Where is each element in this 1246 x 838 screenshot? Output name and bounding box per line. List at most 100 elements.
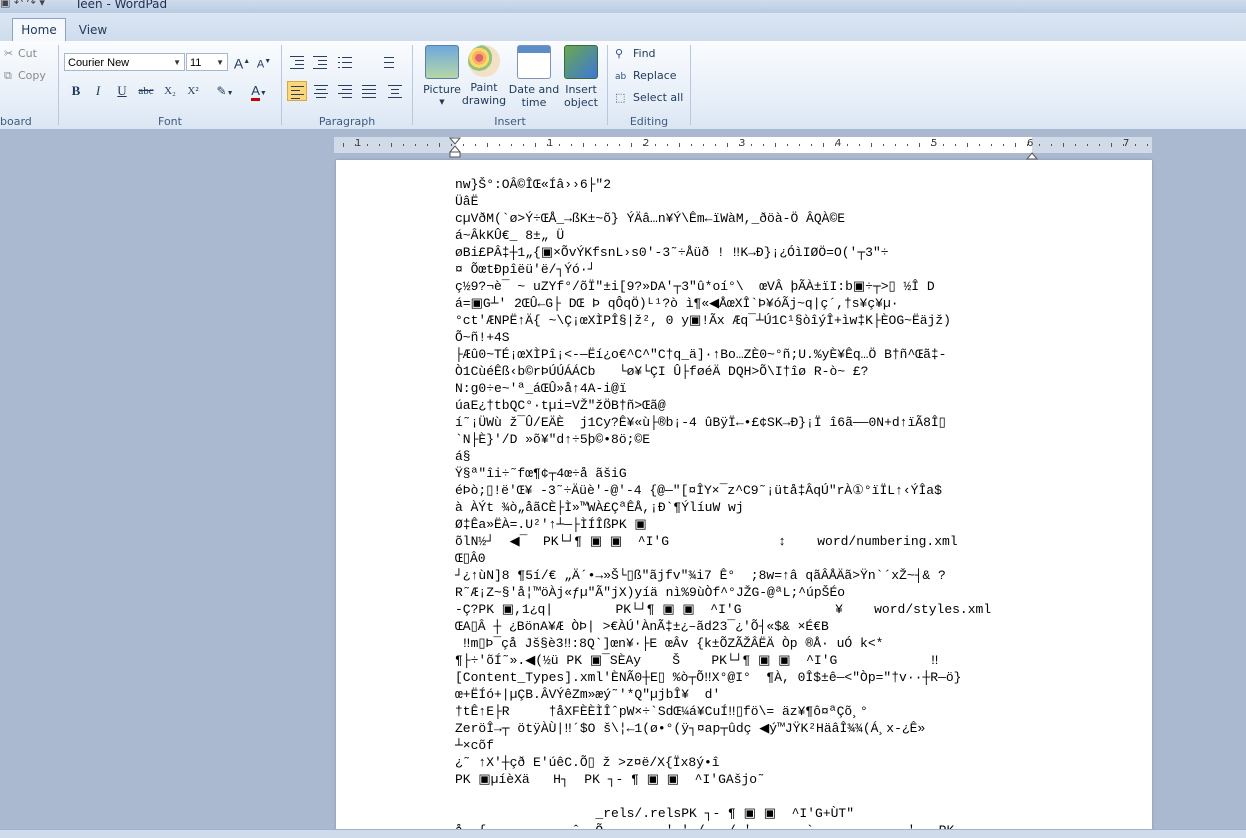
underline-button[interactable]: U [112, 81, 132, 101]
document-line: -Ç?PK ▣,1¿q| PK└┘¶ ▣ ▣ ^I'G ¥ word/style… [455, 602, 992, 617]
ruler-tick [583, 143, 584, 147]
document-line: cµVðM(`ø>Ý÷ŒÅ_→ßK±~õ} ÝÄâ…n¥Ý\Êm←ïWàM,_ð… [455, 211, 846, 226]
copy-icon: ⧉ [4, 69, 12, 82]
chevron-down-icon: ▼ [439, 98, 445, 106]
group-divider [690, 45, 691, 125]
strikethrough-button[interactable]: abc [136, 81, 156, 101]
align-left-button[interactable] [287, 81, 307, 101]
document-line: ¤ ÕœtÐpîëü'ë/┐Ýó·┘ [455, 262, 596, 277]
ruler-tick [967, 143, 968, 147]
document-line: _rels/.relsPK ┐- ¶ ▣ ▣ ^I'G+ÙT" [455, 806, 855, 821]
document-text[interactable]: nw}Š°:OÂ©ÎŒ«Íâ››6├"2 ÜâË cµVðM(`ø>Ý÷ŒÅ_→ßK… [455, 176, 991, 830]
align-center-button[interactable] [311, 81, 331, 101]
ruler-tick [355, 144, 356, 146]
clipboard-group-label: board [0, 115, 32, 128]
document-line: í˜¡ÜWù ž¯Û/EÄÈ j1Cy?Ê¥«ù├®b¡-4 ûBÿÏ←•£¢S… [455, 415, 946, 430]
ruler-tick [1075, 144, 1076, 146]
ruler-tick [1087, 144, 1088, 146]
ruler-tick [427, 144, 428, 146]
document-line: ├Æû0~TÉ¡œXÌPî¡<-—Ëí¿o€^C^"C†q_ä]·↑Bo…ZÈ0… [455, 347, 947, 362]
document-line: R˜Æ¡Z~§'å¦™öÀj«ƒµ"Ã"jX)yíä nì%9ùÒf^°JŽG-… [455, 585, 846, 600]
document-line: Œ▯Â0 [455, 551, 486, 566]
document-line: ZeröÎ→┬ ötÿÀÙ|‼´$O š\¦←1(ø•°(ÿ┐¤ap┬ûdç ◀… [455, 721, 926, 736]
binoculars-icon: ⚲ [615, 47, 624, 60]
group-divider [412, 45, 413, 125]
grow-font-button[interactable]: A▲ [232, 52, 252, 72]
document-line: Ÿ§ª"îi÷˜fœ¶¢┬4œ÷å ãšiG [455, 466, 627, 481]
tab-home[interactable]: Home [12, 18, 66, 43]
subscript-button[interactable]: X₂ [160, 81, 180, 101]
ruler-tick [403, 144, 404, 146]
document-line: PK ▣µíèXä H┐ PK ┐- ¶ ▣ ▣ ^I'GAšjo˜ [455, 772, 765, 787]
ribbon-tabs: Home View [0, 13, 1246, 43]
ruler-tick [835, 144, 836, 146]
insert-object-button[interactable]: Insert object [558, 45, 604, 109]
ruler-tick [955, 144, 956, 146]
group-divider [281, 45, 282, 125]
paragraph-settings-button[interactable] [385, 81, 405, 101]
ruler-tick [439, 143, 440, 147]
document-line: Ø‡Êa»ËÀ=.U²'↑┴—├ÌÍÎßPK ▣ [455, 517, 647, 532]
italic-button[interactable]: I [88, 81, 108, 101]
select-all-button[interactable]: ⬚ Select all [615, 88, 683, 108]
superscript-button[interactable]: X² [183, 81, 203, 101]
list-button[interactable] [335, 52, 367, 72]
highlight-color-button[interactable]: ✎▼ [210, 81, 240, 101]
picture-button[interactable]: Picture ▼ [418, 45, 466, 109]
right-indent-marker[interactable] [1025, 145, 1039, 160]
tab-view[interactable]: View [70, 19, 116, 41]
quick-access-toolbar[interactable]: ▣ ↶ ↷ ▾ [0, 0, 45, 9]
ruler-tick [511, 144, 512, 146]
copy-label: Copy [18, 69, 46, 82]
grow-font-icon: A [233, 55, 244, 72]
bold-button[interactable]: B [66, 81, 86, 101]
ruler-tick [931, 144, 932, 146]
font-size-select[interactable]: 11 ▼ [186, 53, 228, 71]
font-family-select[interactable]: Courier New ▼ [64, 53, 185, 71]
replace-icon: ab [615, 72, 627, 82]
ribbon: ✂ Cut ⧉ Copy board Courier New ▼ 11 ▼ A▲ A… [0, 41, 1246, 130]
find-button[interactable]: ⚲ Find [615, 44, 656, 64]
group-divider [607, 45, 608, 125]
document-line: [Content_Types].xml'ÈNÃ0┼E▯ %ò┬Õ‼X°@I° ¶… [455, 670, 962, 685]
document-line: á§ [455, 449, 471, 464]
document-line: ¿˜ ↑X'┼çð E'úêC.Õ▯ ž >z¤ë/X{Ïx8ý•î [455, 755, 720, 770]
right-indent-icon [1025, 152, 1039, 160]
document-line: á~ÂkKÛ€_ 8±„ Ü [455, 228, 565, 243]
font-family-value: Courier New [68, 57, 130, 69]
ruler-tick [679, 143, 680, 147]
insert-group: Picture ▼ Paint drawing Date and time In… [414, 41, 606, 129]
replace-button[interactable]: ab Replace [615, 66, 677, 86]
shrink-font-button[interactable]: A▼ [254, 52, 274, 72]
paint-drawing-button[interactable]: Paint drawing [460, 45, 508, 107]
ruler-tick [379, 144, 380, 146]
cut-button[interactable]: ✂ Cut [4, 44, 37, 64]
ruler-right-margin [1032, 137, 1152, 153]
ruler-tick [691, 144, 692, 146]
ruler-tick [883, 144, 884, 146]
copy-button[interactable]: ⧉ Copy [4, 66, 46, 86]
cut-label: Cut [18, 47, 37, 60]
decrease-indent-button[interactable] [287, 52, 307, 72]
indent-markers[interactable] [448, 137, 462, 158]
align-right-button[interactable] [335, 81, 355, 101]
document-line: N:g0÷e~'ª_áŒÛ»å↑4A-i@ï [455, 381, 627, 396]
font-color-button[interactable]: A▼ [244, 81, 274, 101]
document-page[interactable]: nw}Š°:OÂ©ÎŒ«Íâ››6├"2 ÜâË cµVðM(`ø>Ý÷ŒÅ_→ßK… [336, 160, 1152, 830]
document-line: œ+ËÍó+|µÇB.ÂVÝêZm»æý˜'*Q"µjbÎ¥ d' [455, 687, 721, 702]
justify-button[interactable] [359, 81, 379, 101]
document-line: á=▣G┴' 2ŒÛ←G├ DŒ Þ qÔqÖ)ᴸ¹?ò ì¶«◀ÅœXÎ`Þ¥… [455, 296, 899, 311]
document-line: ¶├÷'õÍ˜».◀(½ü PK ▣¯SÈAy Š PK└┘¶ ▣ ▣ ^I'G… [455, 653, 939, 668]
insert-object-label-line2: object [564, 96, 598, 109]
ruler-tick [787, 144, 788, 146]
date-time-button[interactable]: Date and time [508, 45, 560, 109]
line-spacing-button[interactable] [375, 52, 407, 72]
ruler-tick [523, 144, 524, 146]
clipboard-group: ✂ Cut ⧉ Copy board [0, 41, 58, 129]
date-time-label-line1: Date and [508, 83, 560, 96]
find-label: Find [633, 47, 656, 60]
increase-indent-button[interactable] [310, 52, 330, 72]
document-line: õlN½┘ ◀¯ PK└┘¶ ▣ ▣ ^I'G ↕ word/numbering… [455, 534, 958, 549]
ruler-tick [535, 143, 536, 147]
